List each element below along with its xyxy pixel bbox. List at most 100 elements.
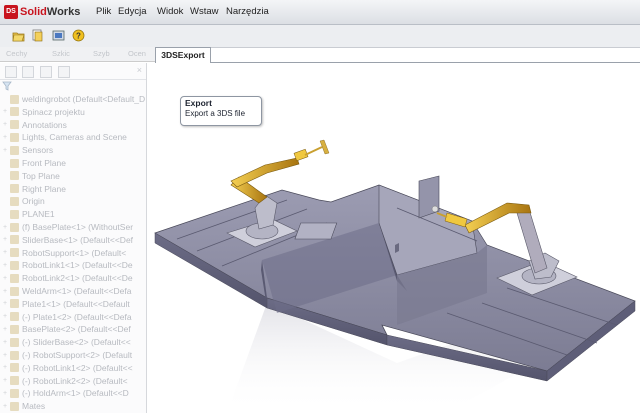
expand-icon[interactable]: + [2,364,8,371]
tree-item[interactable]: weldingrobot (Default<Default_D [0,93,145,105]
expand-icon[interactable]: + [2,121,8,128]
open-icon[interactable] [12,29,25,42]
standard-toolbar: ? [0,25,640,48]
tree-item-label: Origin [22,196,45,207]
options-icon[interactable] [31,29,44,42]
solidworks-logo[interactable]: DS SolidWorks [4,4,80,20]
tree-item-label: (-) HoldArm<1> (Default<<D [22,388,129,399]
tree-item-label: Plate1<1> (Default<<Default [22,298,130,309]
expand-icon[interactable]: + [2,249,8,256]
expand-icon[interactable]: + [2,147,8,154]
tree-item[interactable]: + (-) RobotLink2<2> (Default< [0,375,128,387]
tree-item-label: (-) Plate1<2> (Default<<Defa [22,311,132,322]
component-icon [10,388,19,398]
tab-szyb[interactable]: Szyb [93,49,110,58]
component-icon [10,260,19,270]
menu-edycja[interactable]: Edycja [118,6,147,17]
component-icon [10,312,19,322]
expand-icon[interactable]: + [2,224,8,231]
component-icon [10,376,19,386]
tree-item[interactable]: + (-) HoldArm<1> (Default<<D [0,387,129,399]
config-tab-icon[interactable] [40,66,52,78]
tab-cechy[interactable]: Cechy [6,49,27,58]
tree-item-label: (f) BasePlate<1> (WithoutSer [22,222,134,232]
display-tab-icon[interactable] [58,66,70,78]
component-icon [10,94,19,104]
tab-3dsexport[interactable]: 3DSExport [155,47,211,63]
tree-item[interactable]: + SliderBase<1> (Default<<Def [0,234,133,246]
expand-icon[interactable]: + [2,390,8,397]
tree-item[interactable]: + RobotLink1<1> (Default<<De [0,259,133,271]
component-icon [10,209,19,219]
tree-item[interactable]: Right Plane [0,183,66,195]
menu-narzedzia[interactable]: Narzędzia [226,6,269,17]
tree-item[interactable]: + (-) RobotSupport<2> (Default [0,349,132,361]
tab-ocen[interactable]: Ocen [128,49,146,58]
tree-filter[interactable] [2,81,144,91]
menu-plik[interactable]: Plik [96,6,111,17]
expand-icon[interactable]: + [2,403,8,410]
tree-item[interactable]: + WeldArm<1> (Default<<Defa [0,285,132,297]
help-icon[interactable]: ? [72,29,85,42]
component-icon [10,132,19,142]
tree-item[interactable]: + (-) Plate1<2> (Default<<Defa [0,311,132,323]
menu-widok[interactable]: Widok [157,6,183,17]
expand-icon[interactable]: + [2,262,8,269]
tree-item-label: Front Plane [22,158,66,168]
feature-manager-panel: × weldingrobot (Default<Default_D + Spinac… [0,63,147,413]
tree-item[interactable]: Top Plane [0,170,60,182]
expand-icon[interactable]: + [2,236,8,243]
tree-item[interactable]: + Sensors [0,144,53,156]
tree-item-label: (-) RobotSupport<2> (Default [22,350,133,360]
tree-item-label: SliderBase<1> (Default<<Def [22,234,134,245]
tree-item[interactable]: + BasePlate<2> (Default<<Def [0,323,131,335]
expand-icon[interactable]: + [2,352,8,359]
feature-tree-tab-icon[interactable] [5,66,17,78]
ds-logo-icon: DS [4,5,18,19]
tree-item[interactable]: + (f) BasePlate<1> (WithoutSer [0,221,133,233]
component-icon [10,145,19,155]
component-icon [10,171,19,181]
tooltip-description: Export a 3DS file [185,109,246,118]
component-icon [10,158,19,168]
tree-item[interactable]: Origin [0,195,45,207]
component-icon [10,401,19,411]
component-icon [10,273,19,283]
tree-item[interactable]: + (-) RobotLink1<2> (Default<< [0,362,133,374]
rebuild-icon[interactable] [52,29,65,42]
tree-item-label: Annotations [22,119,67,130]
filter-icon[interactable] [2,81,14,91]
close-icon[interactable]: × [137,65,142,75]
tree-item-label: Lights, Cameras and Scene [22,132,127,143]
tree-item[interactable]: + Lights, Cameras and Scene [0,131,127,143]
tree-item-label: Top Plane [22,170,60,181]
component-icon [10,120,19,130]
tree-item[interactable]: PLANE1 [0,208,55,220]
tooltip-title: Export [185,98,212,108]
expand-icon[interactable]: + [2,288,8,295]
tree-item[interactable]: + (-) SliderBase<2> (Default<< [0,336,131,348]
expand-icon[interactable]: + [2,339,8,346]
tree-item[interactable]: + RobotSupport<1> (Default< [0,247,126,259]
expand-icon[interactable]: + [2,275,8,282]
tree-item[interactable]: + Spinacz projektu [0,106,85,118]
component-icon [10,337,19,347]
property-tab-icon[interactable] [22,66,34,78]
tab-szkic[interactable]: Szkic [52,49,70,58]
expand-icon[interactable]: + [2,377,8,384]
export-tooltip: Export Export a 3DS file [180,96,262,126]
tree-item[interactable]: + Plate1<1> (Default<<Default [0,298,130,310]
tree-item[interactable]: Front Plane [0,157,66,169]
tree-item[interactable]: + RobotLink2<1> (Default<<De [0,272,133,284]
expand-icon[interactable]: + [2,108,8,115]
tree-item-label: RobotLink2<1> (Default<<De [22,273,133,284]
expand-icon[interactable]: + [2,300,8,307]
expand-icon[interactable]: + [2,326,8,333]
expand-icon[interactable]: + [2,313,8,320]
menu-wstaw[interactable]: Wstaw [190,6,219,17]
expand-icon[interactable]: + [2,134,8,141]
tree-item[interactable]: + Mates [0,400,45,412]
tree-item[interactable]: + Annotations [0,119,67,131]
tree-item-label: (-) RobotLink1<2> (Default<< [22,362,133,373]
component-icon [10,248,19,258]
